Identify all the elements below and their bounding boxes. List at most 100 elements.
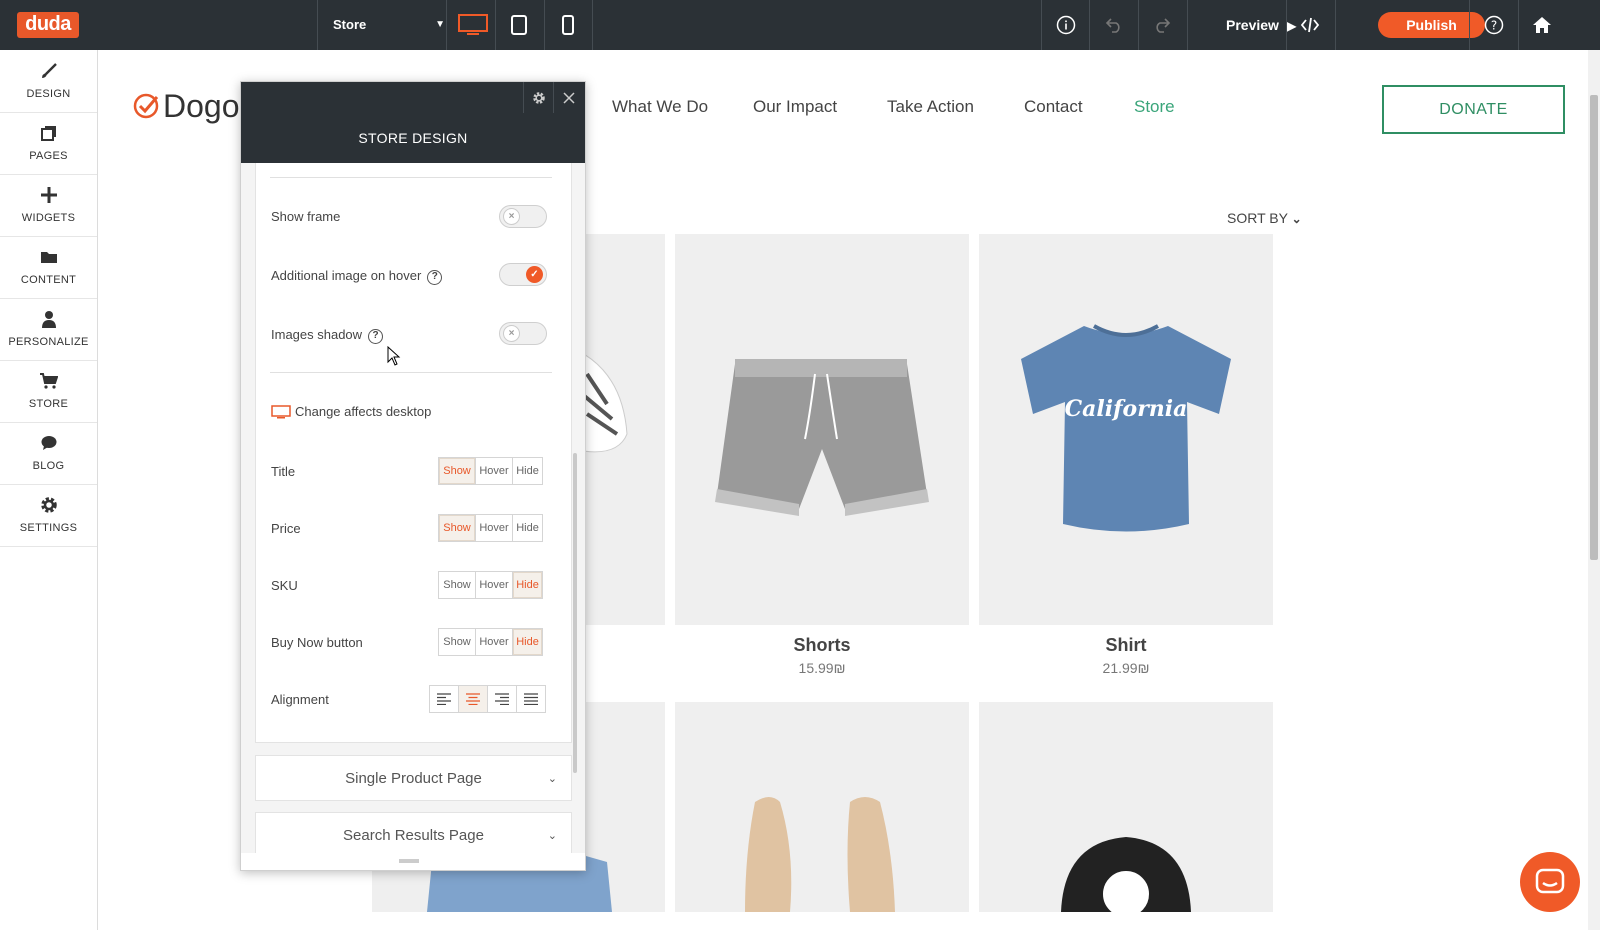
panel-body: Show frame × Additional image on hover? … [241, 163, 585, 853]
sidebar-item-blog[interactable]: BLOG [0, 422, 97, 485]
chevron-down-icon: ⌄ [547, 830, 557, 842]
page-selector-value: Store [333, 17, 367, 32]
sidebar-item-widgets[interactable]: WIDGETS [0, 174, 97, 237]
images-shadow-label: Images shadow? [271, 327, 384, 344]
divider [495, 0, 496, 50]
site-logo[interactable]: Dogo [133, 88, 240, 127]
images-shadow-toggle[interactable]: × [499, 322, 547, 345]
hover-image-toggle[interactable]: ✓ [499, 263, 547, 286]
chevron-down-icon: ⌄ [547, 773, 557, 785]
sku-visibility-control: Show Hover Hide [438, 571, 543, 599]
product-name[interactable]: Shorts [675, 635, 969, 656]
sidebar-item-label: WIDGETS [21, 212, 76, 224]
donate-button[interactable]: DONATE [1382, 85, 1565, 134]
product-price: 15.99₪ [798, 660, 846, 676]
price-hover-option[interactable]: Hover [475, 514, 513, 542]
price-visibility-control: Show Hover Hide [438, 514, 543, 542]
title-visibility-label: Title [271, 464, 296, 479]
tablet-view-icon[interactable] [507, 13, 531, 37]
divider [1187, 0, 1188, 50]
product-image-cap[interactable] [979, 702, 1273, 919]
help-icon[interactable]: ? [1482, 13, 1506, 37]
divider [270, 177, 552, 178]
title-show-option[interactable]: Show [438, 457, 476, 485]
align-right-icon[interactable] [487, 685, 517, 713]
divider [544, 0, 545, 50]
panel-scrollbar[interactable] [573, 453, 577, 773]
home-icon[interactable] [1530, 13, 1554, 37]
nav-link-what-we-do[interactable]: What We Do [612, 97, 708, 117]
hover-image-label-text: Additional image on hover [271, 268, 422, 283]
title-hover-option[interactable]: Hover [475, 457, 513, 485]
nav-link-our-impact[interactable]: Our Impact [753, 97, 837, 117]
alignment-control [429, 685, 546, 713]
sidebar-item-store[interactable]: STORE [0, 360, 97, 423]
sidebar-item-design[interactable]: DESIGN [0, 50, 97, 113]
undo-icon[interactable] [1102, 13, 1126, 37]
product-image-shoes[interactable] [675, 702, 969, 912]
desktop-view-icon[interactable] [458, 13, 488, 37]
buy-now-hide-option[interactable]: Hide [512, 628, 543, 656]
chevron-down-icon: ▼ [435, 19, 445, 30]
resize-grip-icon[interactable] [399, 859, 419, 863]
info-icon[interactable] [1054, 13, 1078, 37]
left-sidebar: DESIGN PAGES WIDGETS CONTENT PERSONALIZE… [0, 50, 98, 930]
buy-now-visibility-label: Buy Now button [271, 635, 363, 650]
page-selector[interactable]: Store ▼ [333, 0, 449, 50]
close-icon[interactable] [553, 82, 583, 113]
page-scrollbar[interactable] [1588, 50, 1600, 930]
nav-link-take-action[interactable]: Take Action [887, 97, 974, 117]
images-shadow-label-text: Images shadow [271, 327, 363, 342]
help-icon[interactable]: ? [427, 270, 443, 285]
code-icon[interactable] [1298, 13, 1322, 37]
sidebar-item-label: CONTENT [20, 274, 77, 286]
single-product-page-accordion[interactable]: Single Product Page ⌄ [255, 755, 572, 801]
buy-now-hover-option[interactable]: Hover [475, 628, 513, 656]
sku-hide-option[interactable]: Hide [512, 571, 543, 599]
sidebar-item-content[interactable]: CONTENT [0, 236, 97, 299]
sidebar-item-label: PAGES [29, 150, 68, 162]
sort-by-dropdown[interactable]: SORT BY ⌄ [1227, 210, 1302, 226]
mobile-view-icon[interactable] [556, 13, 580, 37]
divider [1089, 0, 1090, 50]
sidebar-item-pages[interactable]: PAGES [0, 112, 97, 175]
plus-icon [38, 184, 60, 206]
nav-link-contact[interactable]: Contact [1024, 97, 1083, 117]
store-design-panel: STORE DESIGN Show frame × Additional ima… [240, 81, 586, 871]
help-icon[interactable]: ? [368, 329, 384, 344]
price-show-option[interactable]: Show [438, 514, 476, 542]
svg-text:?: ? [1491, 19, 1497, 33]
price-hide-option[interactable]: Hide [512, 514, 543, 542]
divider [1469, 0, 1470, 50]
svg-text:California: California [1065, 396, 1188, 422]
gear-icon[interactable] [523, 82, 553, 113]
divider [317, 0, 318, 50]
site-brand-name: Dogo [163, 88, 240, 124]
nav-link-store[interactable]: Store [1134, 97, 1175, 117]
sku-hover-option[interactable]: Hover [475, 571, 513, 599]
mouse-cursor-icon [387, 345, 401, 371]
device-note-text: Change affects desktop [295, 404, 432, 419]
buy-now-show-option[interactable]: Show [438, 628, 476, 656]
search-results-page-accordion[interactable]: Search Results Page ⌄ [255, 812, 572, 853]
divider [270, 372, 552, 373]
product-image-shorts[interactable] [675, 234, 969, 625]
show-frame-toggle[interactable]: × [499, 205, 547, 228]
product-name[interactable]: Shirt [979, 635, 1273, 656]
buy-now-visibility-control: Show Hover Hide [438, 628, 543, 656]
product-image-shirt[interactable]: California [979, 234, 1273, 625]
redo-icon[interactable] [1150, 13, 1174, 37]
sku-show-option[interactable]: Show [438, 571, 476, 599]
align-center-icon[interactable] [458, 685, 488, 713]
align-justify-icon[interactable] [516, 685, 546, 713]
sidebar-item-settings[interactable]: SETTINGS [0, 484, 97, 547]
play-icon: ▶ [1286, 19, 1297, 33]
sort-by-label: SORT BY [1227, 210, 1288, 226]
align-left-icon[interactable] [429, 685, 459, 713]
scrollbar-thumb[interactable] [1590, 95, 1598, 560]
sidebar-item-personalize[interactable]: PERSONALIZE [0, 298, 97, 361]
chevron-down-icon: ⌄ [1291, 212, 1302, 226]
duda-logo[interactable]: duda [17, 12, 79, 38]
chat-widget-button[interactable] [1520, 852, 1580, 912]
title-hide-option[interactable]: Hide [512, 457, 543, 485]
